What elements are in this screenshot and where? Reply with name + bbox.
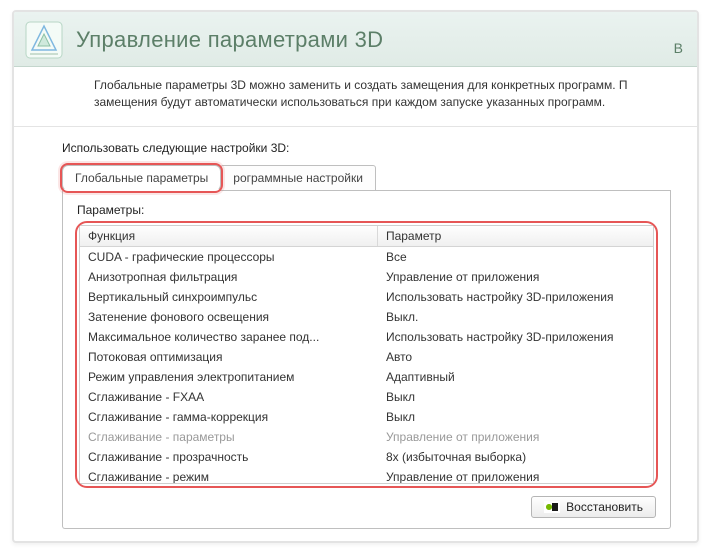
restore-button[interactable]: Восстановить: [531, 496, 656, 518]
table-row[interactable]: Сглаживание - прозрачность8x (избыточная…: [80, 447, 653, 467]
tab-program[interactable]: рограммные настройки: [220, 165, 376, 191]
cell-function: Сглаживание - гамма-коррекция: [80, 410, 378, 424]
table-row[interactable]: Режим управления электропитаниемАдаптивн…: [80, 367, 653, 387]
tab-page-global: Параметры: Функция Параметр CUDA - графи…: [62, 191, 671, 529]
table-row[interactable]: Потоковая оптимизацияАвто: [80, 347, 653, 367]
cell-function: Максимальное количество заранее под...: [80, 330, 378, 344]
table-row[interactable]: Сглаживание - режимУправление от приложе…: [80, 467, 653, 483]
table-row[interactable]: Анизотропная фильтрацияУправление от при…: [80, 267, 653, 287]
cell-param: Все: [378, 250, 653, 264]
cell-param: Выкл: [378, 390, 653, 404]
cell-function: Вертикальный синхроимпульс: [80, 290, 378, 304]
cell-function: Сглаживание - прозрачность: [80, 450, 378, 464]
main-area: Использовать следующие настройки 3D: Гло…: [14, 127, 697, 541]
tab-global[interactable]: Глобальные параметры: [62, 165, 221, 191]
col-header-function[interactable]: Функция: [80, 226, 378, 246]
table-row[interactable]: Сглаживание - гамма-коррекцияВыкл: [80, 407, 653, 427]
cell-param: Использовать настройку 3D-приложения: [378, 290, 653, 304]
page-title: Управление параметрами 3D: [76, 27, 662, 53]
tab-row: Глобальные параметры рограммные настройк…: [62, 165, 671, 191]
cell-param: Управление от приложения: [378, 430, 653, 444]
cell-param: Управление от приложения: [378, 270, 653, 284]
cell-function: Потоковая оптимизация: [80, 350, 378, 364]
table-row[interactable]: Сглаживание - параметрыУправление от при…: [80, 427, 653, 447]
cell-param: Использовать настройку 3D-приложения: [378, 330, 653, 344]
cell-param: Выкл: [378, 410, 653, 424]
nvidia-3d-icon: [24, 20, 64, 60]
description-text: Глобальные параметры 3D можно заменить и…: [14, 67, 697, 127]
cell-param: Выкл.: [378, 310, 653, 324]
cell-function: Сглаживание - параметры: [80, 430, 378, 444]
table-row[interactable]: Вертикальный синхроимпульсИспользовать н…: [80, 287, 653, 307]
cell-function: CUDA - графические процессоры: [80, 250, 378, 264]
cell-function: Режим управления электропитанием: [80, 370, 378, 384]
cell-function: Сглаживание - режим: [80, 470, 378, 483]
header-trail-text: В: [674, 40, 683, 60]
table-header: Функция Параметр: [80, 226, 653, 247]
cell-param: Управление от приложения: [378, 470, 653, 483]
params-table-highlight: Функция Параметр CUDA - графические проц…: [75, 221, 658, 488]
table-row[interactable]: Сглаживание - FXAAВыкл: [80, 387, 653, 407]
section-label: Использовать следующие настройки 3D:: [62, 141, 671, 155]
cell-function: Затенение фонового освещения: [80, 310, 378, 324]
nvidia-logo-icon: [544, 501, 560, 513]
cell-param: Авто: [378, 350, 653, 364]
button-row: Восстановить: [75, 488, 658, 518]
cell-function: Анизотропная фильтрация: [80, 270, 378, 284]
cell-param: Адаптивный: [378, 370, 653, 384]
table-row[interactable]: CUDA - графические процессорыВсе: [80, 247, 653, 267]
params-label: Параметры:: [77, 203, 658, 217]
cell-function: Сглаживание - FXAA: [80, 390, 378, 404]
table-row[interactable]: Затенение фонового освещенияВыкл.: [80, 307, 653, 327]
table-row[interactable]: Максимальное количество заранее под...Ис…: [80, 327, 653, 347]
settings-panel: Управление параметрами 3D В Глобальные п…: [12, 10, 699, 543]
header: Управление параметрами 3D В: [14, 12, 697, 67]
restore-button-label: Восстановить: [566, 500, 643, 514]
tab-filler: [375, 190, 671, 191]
col-header-param[interactable]: Параметр: [378, 226, 653, 246]
params-table: Функция Параметр CUDA - графические проц…: [79, 225, 654, 484]
table-body[interactable]: CUDA - графические процессорыВсеАнизотро…: [80, 247, 653, 483]
cell-param: 8x (избыточная выборка): [378, 450, 653, 464]
